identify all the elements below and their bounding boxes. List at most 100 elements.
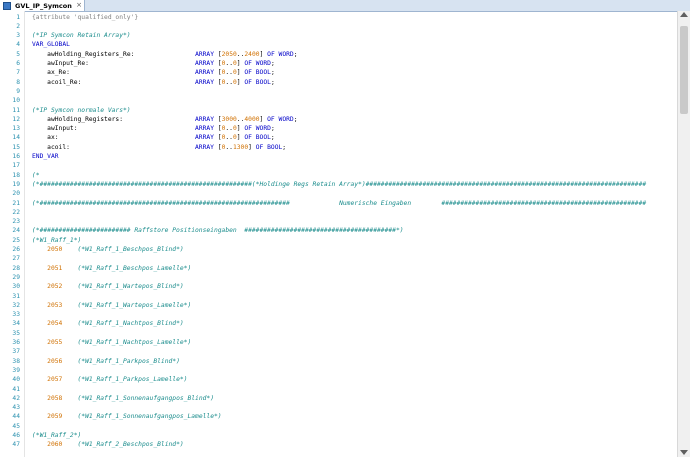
code-line[interactable]: 27 <box>0 254 678 263</box>
code-text: {attribute 'qualified_only'} <box>32 13 139 21</box>
line-number: 41 <box>12 385 20 393</box>
code-line[interactable]: 13 awInput: ARRAY [0..0] OF WORD; <box>0 124 678 133</box>
code-text: 2053 (*W1_Raff_1_Wartepos_Lamelle*) <box>47 301 192 309</box>
code-text: (*W1_Raff_2*) <box>32 432 82 439</box>
code-line[interactable]: 34 2054 (*W1_Raff_1_Nachtpos_Blind*) <box>0 319 678 328</box>
line-number: 3 <box>16 32 20 40</box>
code-line[interactable]: 31 <box>0 292 678 301</box>
scroll-up-icon[interactable] <box>680 12 688 17</box>
line-number: 42 <box>12 394 20 402</box>
code-line[interactable]: 47 2060 (*W1_Raff_2_Beschpos_Blind*) <box>0 440 678 449</box>
code-line[interactable]: 19 (*####################################… <box>0 180 678 189</box>
scrollbar-thumb[interactable] <box>680 26 688 114</box>
code-line[interactable]: 26 2050 (*W1_Raff_1_Beschpos_Blind*) <box>0 245 678 254</box>
line-number: 34 <box>12 320 20 328</box>
line-number: 40 <box>12 376 20 384</box>
line-number: 32 <box>12 301 20 309</box>
line-number: 16 <box>12 153 20 160</box>
code-text: 2050 (*W1_Raff_1_Beschpos_Blind*) <box>47 246 184 253</box>
code-text: 2060 (*W1_Raff_2_Beschpos_Blind*) <box>47 441 184 449</box>
line-number: 13 <box>12 125 20 133</box>
code-text: acoil: ARRAY [0..1300] OF BOOL; <box>32 143 287 151</box>
code-line[interactable]: 8 acoil_Re: ARRAY [0..0] OF BOOL; <box>0 78 678 87</box>
line-number: 15 <box>12 143 20 151</box>
code-line[interactable]: 39 <box>0 366 678 375</box>
line-number: 43 <box>12 404 20 412</box>
line-number: 44 <box>12 413 20 421</box>
vertical-scrollbar[interactable] <box>677 11 690 457</box>
code-line[interactable]: 28 2051 (*W1_Raff_1_Beschpos_Lamelle*) <box>0 264 678 273</box>
code-line[interactable]: 25 (*W1_Raff_1*) <box>0 236 678 245</box>
code-line[interactable]: 44 2059 (*W1_Raff_1_Sonnenaufgangpos_Lam… <box>0 412 678 421</box>
line-number: 21 <box>12 199 20 207</box>
code-text: 2052 (*W1_Raff_1_Wartepos_Blind*) <box>47 283 184 291</box>
line-number: 11 <box>12 106 20 114</box>
gvl-file-icon <box>3 1 11 10</box>
close-icon[interactable]: × <box>76 1 82 9</box>
code-text: (*W1_Raff_1*) <box>32 236 82 244</box>
line-number: 9 <box>16 87 20 95</box>
code-line[interactable]: 29 <box>0 273 678 282</box>
code-text: (*IP Symcon normale Vars*) <box>32 106 131 114</box>
scroll-down-icon[interactable] <box>680 450 688 455</box>
code-line[interactable]: 5 awHolding_Registers_Re: ARRAY [2050..2… <box>0 50 678 59</box>
line-number: 19 <box>12 180 20 188</box>
line-number: 24 <box>12 227 20 235</box>
code-text: acoil_Re: ARRAY [0..0] OF BOOL; <box>32 78 275 86</box>
code-text: 2056 (*W1_Raff_1_Parkpos_Blind*) <box>47 357 180 365</box>
line-number: 28 <box>12 264 20 272</box>
code-line[interactable]: 30 2052 (*W1_Raff_1_Wartepos_Blind*) <box>0 282 678 291</box>
line-number: 5 <box>16 50 20 58</box>
line-number: 26 <box>12 246 20 253</box>
code-text: END_VAR <box>32 153 59 160</box>
code-text: 2055 (*W1_Raff_1_Nachtpos_Lamelle*) <box>47 339 192 346</box>
code-line[interactable]: 11 (*IP Symcon normale Vars*) <box>0 106 678 115</box>
code-line[interactable]: 24 (*######################## Raffstore P… <box>0 226 678 235</box>
code-text: (*######################## Raffstore Pos… <box>32 227 404 235</box>
code-line[interactable]: 16 END_VAR <box>0 152 678 161</box>
code-line[interactable]: 35 <box>0 329 678 338</box>
code-line[interactable]: 15 acoil: ARRAY [0..1300] OF BOOL; <box>0 143 678 152</box>
code-text: (*IP Symcon Retain Array*) <box>32 32 131 40</box>
line-number: 25 <box>12 236 20 244</box>
code-line[interactable]: 21 (*####################################… <box>0 199 678 208</box>
code-line[interactable]: 43 <box>0 403 678 412</box>
line-number: 39 <box>12 366 20 374</box>
tab-label: GVL_IP_Symcon <box>15 1 72 10</box>
code-line[interactable]: 36 2055 (*W1_Raff_1_Nachtpos_Lamelle*) <box>0 338 678 347</box>
code-line[interactable]: 4 VAR_GLOBAL <box>0 40 678 49</box>
code-line[interactable]: 6 awInput_Re: ARRAY [0..0] OF WORD; <box>0 59 678 68</box>
line-number: 2 <box>16 22 20 30</box>
code-line[interactable]: 42 2058 (*W1_Raff_1_Sonnenaufgangpos_Bli… <box>0 394 678 403</box>
code-line[interactable]: 46 (*W1_Raff_2*) <box>0 431 678 440</box>
line-number: 35 <box>12 329 20 337</box>
line-number: 38 <box>12 357 20 365</box>
code-line[interactable]: 12 awHolding_Registers: ARRAY [3000..400… <box>0 115 678 124</box>
code-text: VAR_GLOBAL <box>32 41 70 49</box>
code-line[interactable]: 10 <box>0 96 678 105</box>
code-line[interactable]: 14 ax: ARRAY [0..0] OF BOOL; <box>0 133 678 142</box>
code-line[interactable]: 32 2053 (*W1_Raff_1_Wartepos_Lamelle*) <box>0 301 678 310</box>
code-line[interactable]: 2 <box>0 22 678 31</box>
code-line[interactable]: 7 ax_Re: ARRAY [0..0] OF BOOL; <box>0 68 678 77</box>
tab-gvl-ip-symcon[interactable]: GVL_IP_Symcon × <box>0 0 85 11</box>
code-line[interactable]: 22 <box>0 208 678 217</box>
code-line[interactable]: 45 <box>0 422 678 431</box>
code-line[interactable]: 41 <box>0 385 678 394</box>
code-line[interactable]: 17 <box>0 161 678 170</box>
code-line[interactable]: 3 (*IP Symcon Retain Array*) <box>0 31 678 40</box>
code-line[interactable]: 1 {attribute 'qualified_only'} <box>0 13 678 22</box>
code-editor[interactable]: 1 {attribute 'qualified_only'} 2 3 (*IP Symc… <box>0 11 678 457</box>
code-line[interactable]: 38 2056 (*W1_Raff_1_Parkpos_Blind*) <box>0 357 678 366</box>
code-text: 2057 (*W1_Raff_1_Parkpos_Lamelle*) <box>47 376 188 384</box>
code-line[interactable]: 9 <box>0 87 678 96</box>
code-line[interactable]: 37 <box>0 347 678 356</box>
code-line[interactable]: 23 <box>0 217 678 226</box>
line-number: 37 <box>12 348 20 356</box>
code-line[interactable]: 18 (* <box>0 171 678 180</box>
code-line[interactable]: 33 <box>0 310 678 319</box>
code-line[interactable]: 40 2057 (*W1_Raff_1_Parkpos_Lamelle*) <box>0 375 678 384</box>
line-number: 18 <box>12 171 20 179</box>
code-line[interactable]: 20 <box>0 189 678 198</box>
code-text: 2058 (*W1_Raff_1_Sonnenaufgangpos_Blind*… <box>47 394 214 402</box>
